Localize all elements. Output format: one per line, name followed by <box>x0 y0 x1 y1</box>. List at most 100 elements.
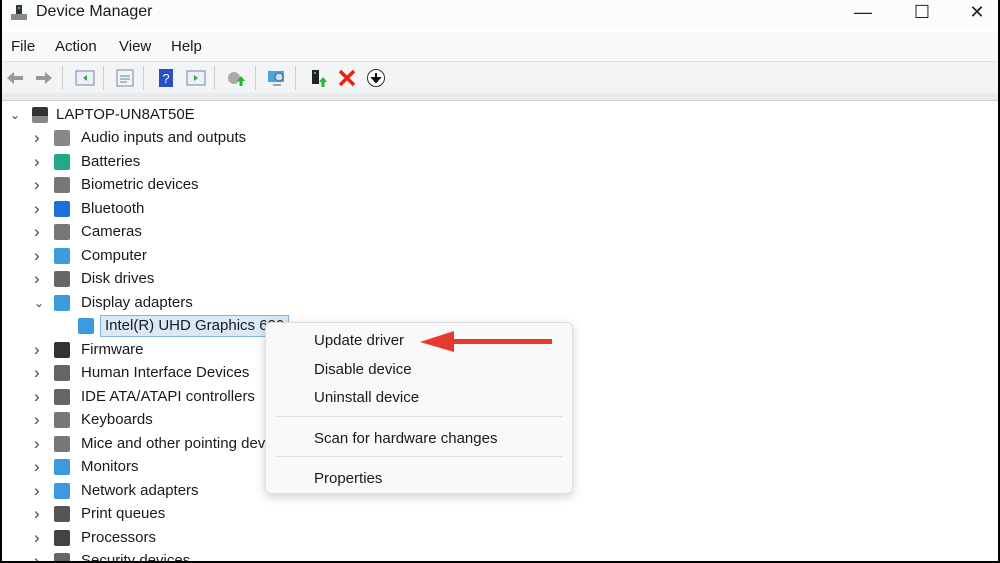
tree-category-item[interactable]: › Mice and other pointing devices <box>2 433 302 455</box>
device-category-icon <box>54 529 70 546</box>
close-button[interactable]: ✕ <box>954 0 998 26</box>
menu-file[interactable]: File <box>11 38 35 55</box>
tree-category-item[interactable]: › Biometric devices <box>2 174 302 196</box>
device-category-icon <box>54 553 70 561</box>
chevron-right-icon[interactable]: › <box>34 503 44 525</box>
device-category-icon <box>54 247 70 264</box>
chevron-right-icon[interactable]: › <box>34 221 44 243</box>
tree-category-item[interactable]: › Cameras <box>2 221 302 243</box>
tree-item-label: Mice and other pointing devices <box>81 434 292 452</box>
tree-category-item[interactable]: › IDE ATA/ATAPI controllers <box>2 386 302 408</box>
chevron-right-icon[interactable]: › <box>34 480 44 502</box>
tree-item-label: Security devices <box>81 552 191 561</box>
device-category-icon <box>54 271 70 287</box>
forward-icon[interactable] <box>34 68 54 88</box>
device-category-icon <box>54 153 70 170</box>
tree-item-label: Display adapters <box>81 293 193 311</box>
update-driver-icon[interactable] <box>226 68 246 88</box>
tree-category-item[interactable]: › Processors <box>2 527 302 549</box>
enable-device-icon[interactable] <box>308 68 328 88</box>
tree-category-item[interactable]: ⌄ Display adapters <box>2 292 302 314</box>
device-category-icon <box>54 200 70 217</box>
device-category-icon <box>54 412 70 428</box>
tree-category-item[interactable]: › Human Interface Devices <box>2 362 302 384</box>
tree-category-item[interactable]: › Audio inputs and outputs <box>2 127 302 149</box>
menu-help[interactable]: Help <box>171 38 202 55</box>
device-category-icon <box>54 130 70 146</box>
menu-item-uninstall-device[interactable]: Uninstall device <box>314 389 419 406</box>
chevron-right-icon[interactable]: › <box>34 409 44 431</box>
tree-item-label: Print queues <box>81 505 166 522</box>
tree-category-item[interactable]: › Disk drives <box>2 268 302 290</box>
tree-item-label: Firmware <box>81 340 144 358</box>
menu-view[interactable]: View <box>119 38 151 55</box>
computer-icon <box>32 107 48 123</box>
chevron-right-icon[interactable]: › <box>34 245 44 267</box>
disable-device-icon[interactable] <box>366 68 386 88</box>
chevron-right-icon[interactable]: › <box>34 386 44 408</box>
tree-item-label: Biometric devices <box>81 176 199 193</box>
tree-item-label: Human Interface Devices <box>81 364 250 381</box>
tree-item-label: IDE ATA/ATAPI controllers <box>81 387 255 405</box>
chevron-right-icon[interactable]: › <box>34 268 44 290</box>
device-category-icon <box>54 388 70 405</box>
tree-category-item[interactable]: › Bluetooth <box>2 198 302 220</box>
tree-category-item[interactable]: › Firmware <box>2 339 302 361</box>
action-pane-icon[interactable] <box>186 68 206 88</box>
tree-category-item[interactable]: › Batteries <box>2 151 302 173</box>
menu-item-properties[interactable]: Properties <box>314 470 382 487</box>
tree-item-label: Network adapters <box>81 481 199 499</box>
back-icon[interactable] <box>5 68 25 88</box>
chevron-right-icon[interactable]: › <box>34 174 44 196</box>
menu-item-disable-device[interactable]: Disable device <box>314 361 412 378</box>
chevron-right-icon[interactable]: › <box>34 527 44 549</box>
tree-item-label: Batteries <box>81 152 141 170</box>
maximize-button[interactable]: ☐ <box>899 0 945 26</box>
tree-root[interactable]: ⌄ LAPTOP-UN8AT50E <box>2 104 302 126</box>
chevron-right-icon[interactable]: › <box>34 127 44 149</box>
device-category-icon <box>54 341 70 358</box>
tree-item-label: Audio inputs and outputs <box>81 129 247 146</box>
show-hide-console-tree-icon[interactable] <box>75 68 95 88</box>
device-category-icon <box>54 365 70 381</box>
window-title: Device Manager <box>36 3 153 20</box>
menu-item-scan-hardware[interactable]: Scan for hardware changes <box>314 430 497 447</box>
menu-separator <box>276 416 562 417</box>
toolbar: ? <box>2 61 998 93</box>
chevron-down-icon[interactable]: ⌄ <box>10 104 20 126</box>
tree-category-item[interactable]: › Network adapters <box>2 480 302 502</box>
device-category-icon <box>54 177 70 193</box>
tree-device-item[interactable]: Intel(R) UHD Graphics 620 <box>2 315 302 337</box>
red-arrow-annotation <box>420 331 552 352</box>
chevron-right-icon[interactable]: › <box>34 456 44 478</box>
uninstall-icon[interactable] <box>337 68 357 88</box>
tree-category-item[interactable]: › Security devices <box>2 550 302 561</box>
chevron-right-icon[interactable]: › <box>34 339 44 361</box>
tree-item-label: Disk drives <box>81 270 155 287</box>
device-manager-icon <box>11 5 27 20</box>
menu-separator <box>276 456 562 457</box>
chevron-right-icon[interactable]: › <box>34 151 44 173</box>
menu-item-update-driver[interactable]: Update driver <box>314 332 404 349</box>
chevron-right-icon[interactable]: › <box>34 198 44 220</box>
tree-category-item[interactable]: › Print queues <box>2 503 302 525</box>
tree-category-item[interactable]: › Monitors <box>2 456 302 478</box>
tree-category-item[interactable]: › Keyboards <box>2 409 302 431</box>
scan-hardware-icon[interactable] <box>267 68 287 88</box>
chevron-right-icon[interactable]: › <box>34 362 44 384</box>
chevron-right-icon[interactable]: › <box>34 550 44 561</box>
tree-root-label: LAPTOP-UN8AT50E <box>56 106 195 123</box>
chevron-down-icon[interactable]: ⌄ <box>34 292 44 314</box>
tree-category-item[interactable]: › Computer <box>2 245 302 267</box>
help-icon[interactable]: ? <box>156 68 176 88</box>
menu-action[interactable]: Action <box>55 38 97 55</box>
toolbar-divider <box>2 93 998 101</box>
device-manager-window: Device Manager — ☐ ✕ File Action View He… <box>2 0 998 561</box>
tree-item-label: Bluetooth <box>81 199 145 217</box>
chevron-right-icon[interactable]: › <box>34 433 44 455</box>
tree-item-label: Keyboards <box>81 411 153 428</box>
tree-item-label: Intel(R) UHD Graphics 620 <box>100 315 290 337</box>
properties-icon[interactable] <box>115 68 135 88</box>
device-category-icon <box>54 506 70 522</box>
minimize-button[interactable]: — <box>840 0 886 26</box>
